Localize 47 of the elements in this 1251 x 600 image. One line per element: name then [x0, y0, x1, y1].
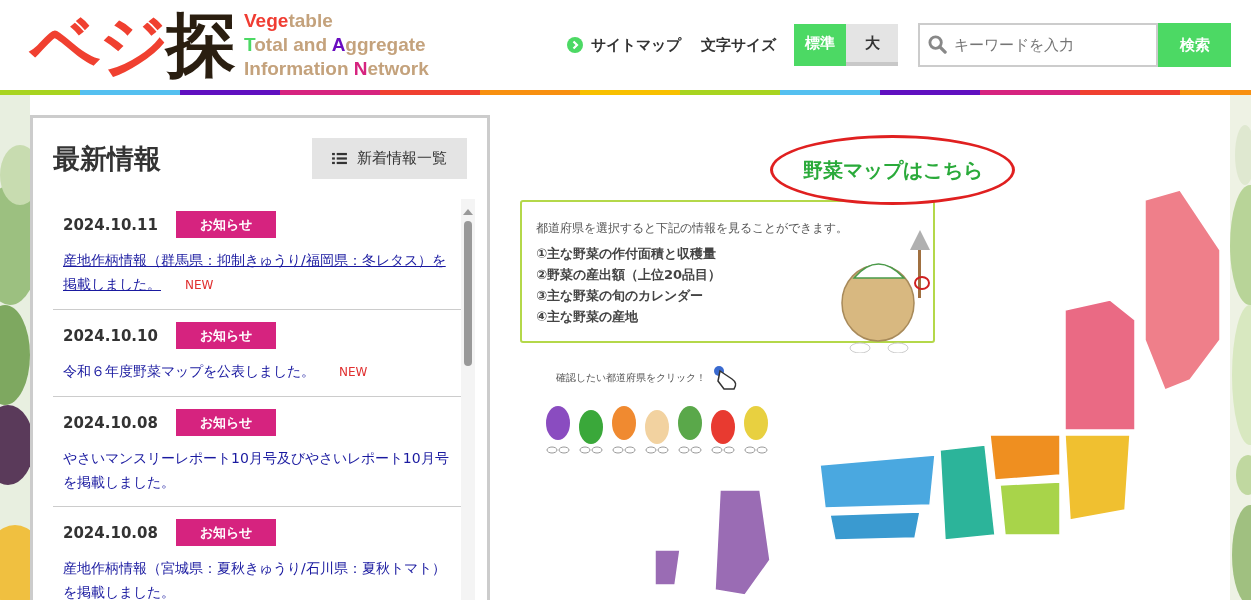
map-region[interactable] — [939, 444, 996, 541]
scrollbar-thumb[interactable] — [464, 221, 472, 366]
chevron-icon — [567, 37, 583, 53]
scroll-up-icon[interactable] — [463, 209, 473, 215]
info-item: ④主な野菜の産地 — [536, 308, 639, 326]
new-label: NEW — [339, 365, 368, 379]
map-region[interactable] — [999, 481, 1061, 536]
search-icon — [928, 35, 947, 54]
map-region[interactable] — [1064, 299, 1136, 431]
news-date: 2024.10.08 — [63, 523, 158, 542]
news-date: 2024.10.08 — [63, 413, 158, 432]
sitemap-link[interactable]: サイトマップ — [591, 35, 681, 55]
news-list-button[interactable]: 新着情報一覧 — [312, 138, 467, 179]
news-title: 最新情報 — [53, 141, 161, 176]
map-region[interactable] — [829, 511, 921, 541]
logo-mark[interactable]: ベジ探 — [30, 10, 232, 80]
info-item: ①主な野菜の作付面積と収穫量 — [536, 245, 717, 263]
logo-tagline: Vegetable — [244, 9, 334, 33]
info-intro: 都道府県を選択すると下記の情報を見ることができます。 — [536, 220, 849, 237]
list-icon — [332, 152, 347, 165]
scrollbar[interactable] — [461, 199, 475, 600]
font-size-label: 文字サイズ — [701, 35, 776, 55]
news-link[interactable]: 産地作柄情報（宮城県：夏秋きゅうり/石川県：夏秋トマト）を掲載しました。 — [63, 556, 461, 600]
news-link[interactable]: 令和６年度野菜マップを公表しました。 NEW — [63, 359, 461, 384]
category-tag: お知らせ — [175, 519, 276, 546]
search-field[interactable]: キーワードを入力 — [918, 23, 1158, 67]
category-tag: お知らせ — [175, 409, 276, 436]
news-date: 2024.10.10 — [63, 326, 158, 345]
new-label: NEW — [185, 278, 214, 292]
map-region[interactable] — [654, 549, 681, 586]
map-region[interactable] — [989, 434, 1061, 481]
map-region[interactable] — [1064, 434, 1131, 521]
map-region[interactable] — [819, 454, 936, 509]
news-date: 2024.10.11 — [63, 215, 158, 234]
logo-tagline: Total and Aggregate — [244, 33, 427, 57]
info-item: ②野菜の産出額（上位20品目） — [536, 266, 723, 284]
news-link[interactable]: 産地作柄情報（群馬県：抑制きゅうり/福岡県：冬レタス）を掲載しました。 NEW — [63, 248, 461, 297]
category-tag: お知らせ — [175, 211, 276, 238]
news-link[interactable]: やさいマンスリーレポート10月号及びやさいレポート10月号を掲載しました。 — [63, 446, 461, 494]
font-size-button[interactable]: 大 — [846, 24, 898, 66]
map-banner[interactable]: 都道府県を選択すると下記の情報を見ることができます。 ①主な野菜の作付面積と収穫量 ②野菜の産出額（上位20品目） ③主な野菜の旬のカレンダー ④主な野菜の産地 野菜マップはこちら 確認したい都道府県をクリック！ — [490, 95, 1220, 600]
info-item: ③主な野菜の旬のカレンダー — [536, 287, 704, 305]
map-region[interactable] — [714, 489, 771, 596]
category-tag: お知らせ — [175, 322, 276, 349]
click-prompt: 確認したい都道府県をクリック！ — [556, 371, 706, 385]
map-region[interactable] — [1144, 190, 1220, 391]
logo-tagline: Information Network — [244, 57, 429, 81]
